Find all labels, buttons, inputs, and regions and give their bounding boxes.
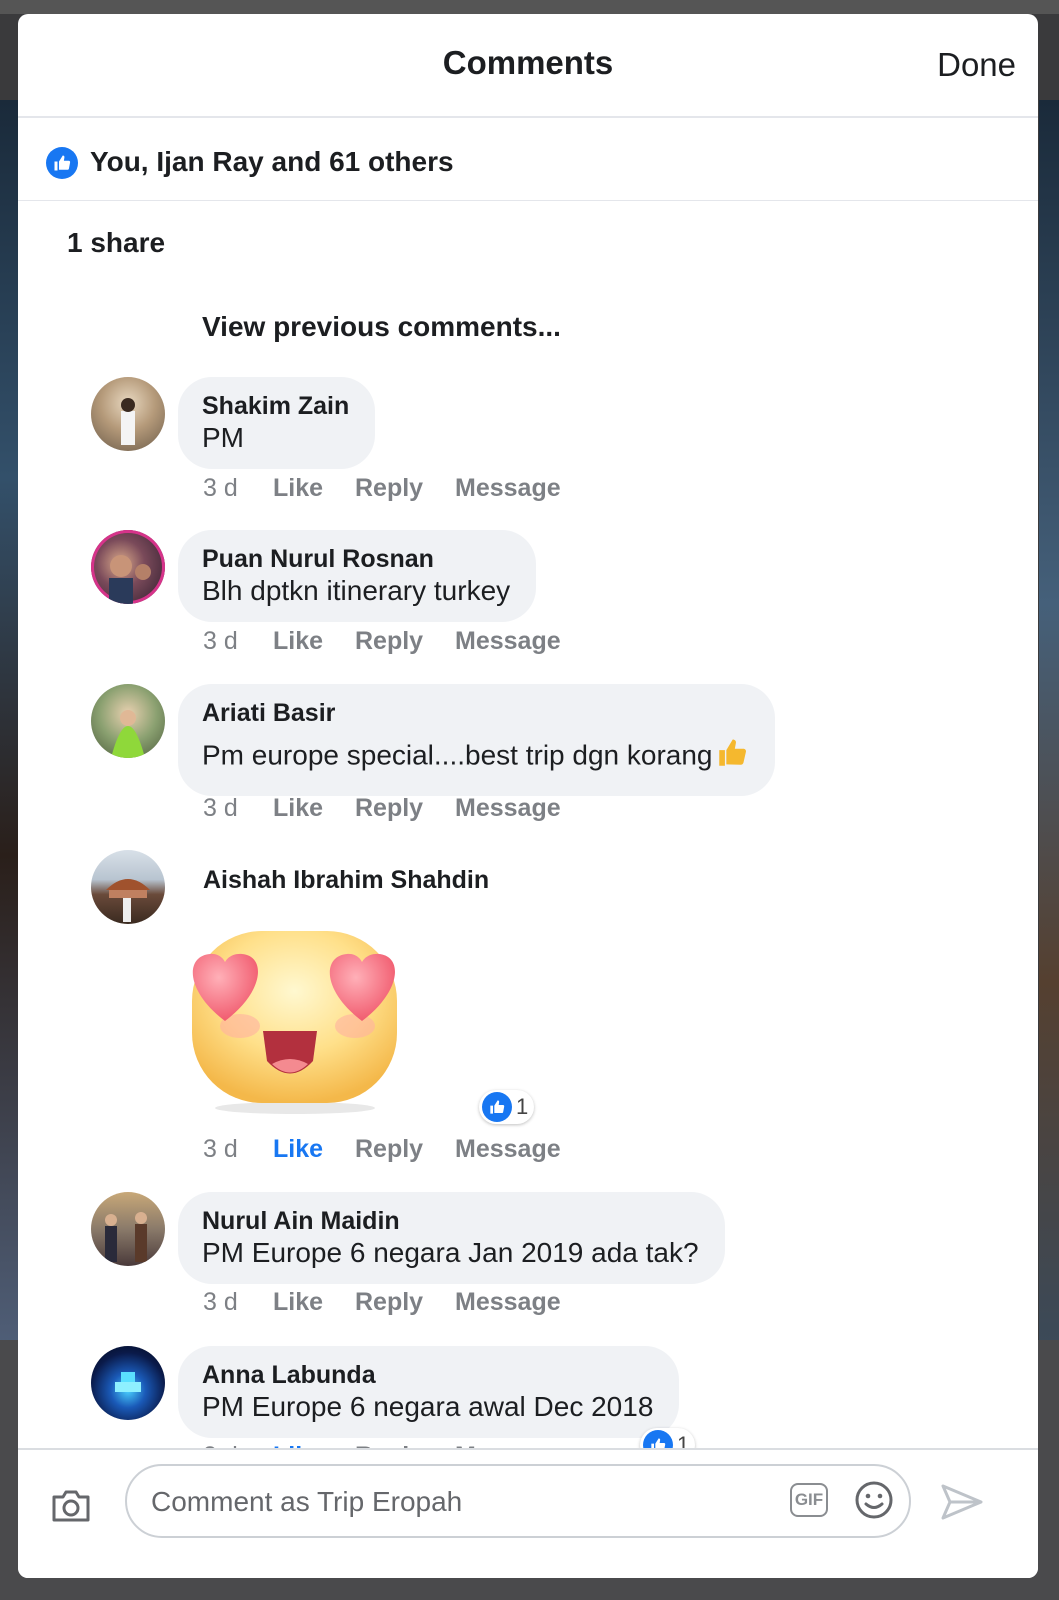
- avatar[interactable]: [91, 377, 165, 451]
- comment-timestamp: 3 d: [203, 627, 238, 655]
- comment-actions: 3 d Like Reply Message: [203, 627, 561, 656]
- comment-actions: 3 d Like Reply Message: [203, 794, 561, 823]
- gif-button[interactable]: GIF: [790, 1483, 828, 1517]
- comment-timestamp: 3 d: [203, 474, 238, 502]
- comment-author[interactable]: Nurul Ain Maidin: [202, 1206, 699, 1236]
- sheet-header: Comments Done: [18, 14, 1038, 118]
- reaction-count-badge[interactable]: 1: [479, 1090, 535, 1124]
- like-button[interactable]: Like: [273, 1288, 355, 1317]
- reply-button[interactable]: Reply: [355, 1288, 455, 1317]
- camera-icon[interactable]: [50, 1488, 92, 1529]
- comment-timestamp: 3 d: [203, 794, 238, 822]
- comment-text: Blh dptkn itinerary turkey: [202, 575, 511, 606]
- message-button[interactable]: Message: [455, 627, 561, 656]
- comment-bubble[interactable]: Shakim Zain PM: [178, 377, 376, 469]
- send-icon[interactable]: [940, 1482, 984, 1527]
- avatar[interactable]: [91, 684, 165, 758]
- comment-bubble[interactable]: Ariati Basir Pm europe special....best t…: [178, 684, 775, 796]
- avatar[interactable]: [91, 850, 165, 924]
- background-app-right: [1039, 100, 1059, 1360]
- comment-input[interactable]: [149, 1466, 753, 1538]
- comments-sheet: Comments Done You, Ijan Ray and 61 other…: [18, 14, 1038, 1578]
- like-button[interactable]: Like: [273, 627, 355, 656]
- message-button[interactable]: Message: [455, 1288, 561, 1317]
- reply-button[interactable]: Reply: [355, 474, 455, 503]
- comment-input-box: GIF: [125, 1464, 911, 1538]
- avatar[interactable]: [91, 1346, 165, 1420]
- comment-author[interactable]: Anna Labunda: [202, 1360, 653, 1390]
- view-previous-comments-link[interactable]: View previous comments...: [202, 311, 561, 343]
- comment-actions: 3 d Like Reply Message: [203, 1135, 561, 1164]
- comment-actions: 3 d Like Reply Message: [203, 1288, 561, 1317]
- like-button[interactable]: Like: [273, 1135, 355, 1164]
- comment-text: PM Europe 6 negara Jan 2019 ada tak?: [202, 1237, 699, 1268]
- thumbs-up-icon: [46, 147, 78, 179]
- message-button[interactable]: Message: [455, 1135, 561, 1164]
- like-button[interactable]: Like: [273, 474, 355, 503]
- message-button[interactable]: Message: [455, 794, 561, 823]
- reply-button[interactable]: Reply: [355, 1135, 455, 1164]
- message-button[interactable]: Message: [455, 474, 561, 503]
- reactions-summary-text: You, Ijan Ray and 61 others: [90, 146, 454, 177]
- comment-composer: GIF: [18, 1448, 1038, 1578]
- comment-text: PM: [202, 422, 244, 453]
- share-count[interactable]: 1 share: [67, 227, 165, 259]
- avatar[interactable]: [91, 530, 165, 604]
- reaction-count: 1: [516, 1094, 529, 1119]
- reply-button[interactable]: Reply: [355, 627, 455, 656]
- comment-text-row: Pm europe special....best trip dgn koran…: [202, 736, 749, 778]
- comment-bubble[interactable]: Nurul Ain Maidin PM Europe 6 negara Jan …: [178, 1192, 725, 1284]
- emoji-icon[interactable]: [854, 1480, 894, 1525]
- background-app-top: [0, 0, 1059, 14]
- comment-author[interactable]: Puan Nurul Rosnan: [202, 544, 510, 574]
- avatar[interactable]: [91, 1192, 165, 1266]
- done-button[interactable]: Done: [937, 46, 1016, 84]
- reactions-summary[interactable]: You, Ijan Ray and 61 others: [18, 118, 1038, 201]
- comment-text: Pm europe special....best trip dgn koran…: [202, 739, 713, 771]
- comment-bubble[interactable]: Anna Labunda PM Europe 6 negara awal Dec…: [178, 1346, 680, 1438]
- comment-timestamp: 3 d: [203, 1288, 238, 1316]
- reply-button[interactable]: Reply: [355, 794, 455, 823]
- comment-author[interactable]: Shakim Zain: [202, 391, 349, 421]
- comment-author[interactable]: Ariati Basir: [202, 698, 749, 728]
- comment-author[interactable]: Aishah Ibrahim Shahdin: [203, 865, 489, 895]
- comment-actions: 3 d Like Reply Message: [203, 474, 561, 503]
- comment-bubble[interactable]: Puan Nurul Rosnan Blh dptkn itinerary tu…: [178, 530, 537, 622]
- like-button[interactable]: Like: [273, 794, 355, 823]
- thumbs-up-emoji-icon: [715, 736, 749, 778]
- page-title: Comments: [442, 44, 614, 81]
- thumbs-up-icon: [482, 1092, 512, 1122]
- comment-timestamp: 3 d: [203, 1135, 238, 1163]
- background-app-left: [0, 100, 20, 1360]
- comment-text: PM Europe 6 negara awal Dec 2018: [202, 1391, 654, 1422]
- heart-eyes-sticker[interactable]: [180, 926, 410, 1116]
